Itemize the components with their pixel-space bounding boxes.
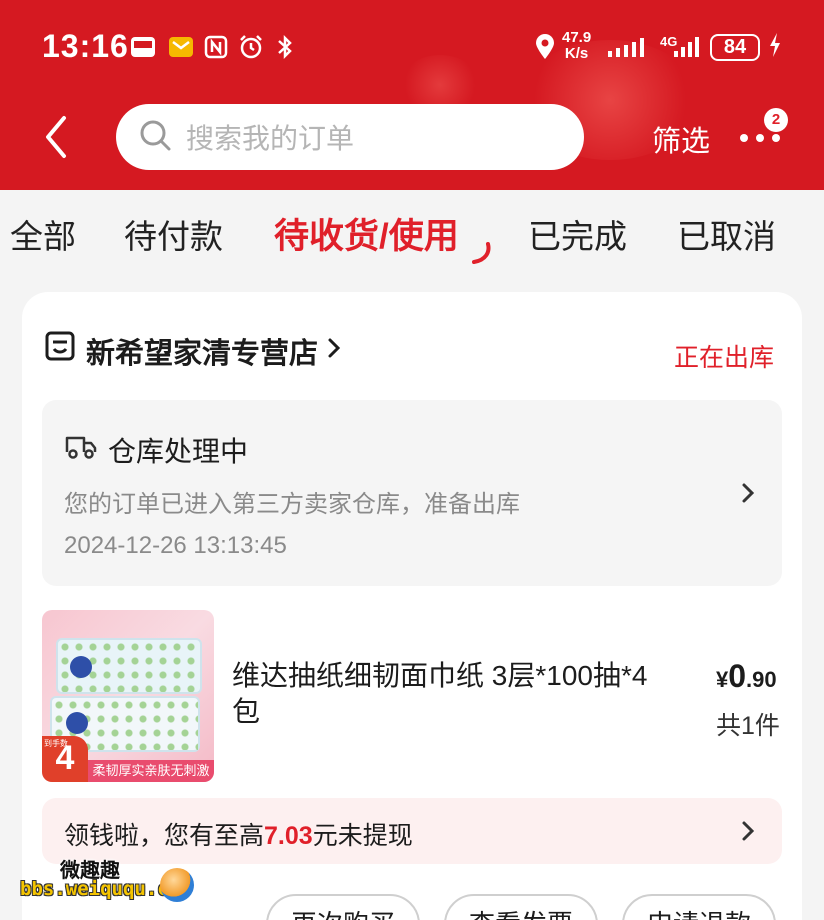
buy-again-button[interactable]: 再次购买 xyxy=(266,894,420,920)
cell-signal-icon xyxy=(672,34,702,60)
watermark-url: bbs.weiququ.cn xyxy=(20,878,181,900)
app-notification-icon xyxy=(130,34,156,60)
product-price: ¥0.90 xyxy=(716,658,777,694)
filter-button[interactable]: 筛选 xyxy=(652,118,710,160)
logistics-panel[interactable]: 仓库处理中 您的订单已进入第三方卖家仓库，准备出库 2024-12-26 13:… xyxy=(42,400,782,586)
cash-reward-text: 领钱啦，您有至高7.03元未提现 xyxy=(64,822,413,850)
battery-indicator: 84 xyxy=(710,34,760,61)
charging-icon xyxy=(768,32,782,64)
order-list-page: 13:16 47.9 K/s 4G 84 搜索我的订单 筛选 2 全部 待付款 … xyxy=(0,0,824,920)
header: 13:16 47.9 K/s 4G 84 搜索我的订单 筛选 2 xyxy=(0,0,824,190)
product-count-tag-label: 到手数 xyxy=(44,739,68,748)
search-placeholder: 搜索我的订单 xyxy=(186,123,355,154)
tab-completed[interactable]: 已完成 xyxy=(528,210,627,258)
wifi-signal-icon xyxy=(606,34,652,60)
store-icon xyxy=(44,330,76,362)
truck-icon xyxy=(64,432,98,462)
logistics-title: 仓库处理中 xyxy=(108,436,249,467)
product-quantity: 共1件 xyxy=(716,712,780,740)
logistics-chevron-icon[interactable] xyxy=(740,480,756,506)
status-time: 13:16 xyxy=(42,28,129,64)
search-icon xyxy=(138,118,172,157)
product-image-band: 柔韧厚实亲肤无刺激 xyxy=(88,760,214,782)
store-name[interactable]: 新希望家清专营店 xyxy=(86,330,318,372)
order-status: 正在出库 xyxy=(674,344,775,372)
tissue-box-top xyxy=(56,638,202,694)
status-bar: 13:16 47.9 K/s 4G 84 xyxy=(0,22,824,72)
location-icon xyxy=(532,34,558,60)
order-card[interactable]: 新希望家清专营店 正在出库 仓库处理中 您的订单已进入第三方卖家仓库，准备出库 … xyxy=(22,292,802,920)
bluetooth-icon xyxy=(272,34,298,60)
tab-pending-payment[interactable]: 待付款 xyxy=(124,210,223,258)
logistics-timestamp: 2024-12-26 13:13:45 xyxy=(64,532,287,559)
alarm-icon xyxy=(238,34,264,60)
mail-notification-icon xyxy=(168,34,194,60)
back-button[interactable] xyxy=(40,112,72,162)
order-search-input[interactable]: 搜索我的订单 xyxy=(116,104,584,170)
tab-cancelled[interactable]: 已取消 xyxy=(677,210,776,258)
request-refund-button[interactable]: 申请退款 xyxy=(622,894,776,920)
tab-to-receive[interactable]: 待收货/使用 xyxy=(274,208,459,259)
site-watermark: 微趣趣 bbs.weiququ.cn xyxy=(20,854,200,910)
more-menu-badge: 2 xyxy=(764,108,788,132)
watermark-logo-icon xyxy=(160,868,194,902)
net-speed: 47.9 K/s xyxy=(562,29,592,62)
nfc-icon xyxy=(203,34,229,60)
product-image[interactable]: 4 到手数 柔韧厚实亲肤无刺激 xyxy=(42,610,214,782)
cash-reward-chevron-icon[interactable] xyxy=(740,818,756,844)
tab-all[interactable]: 全部 xyxy=(10,210,76,258)
logistics-description: 您的订单已进入第三方卖家仓库，准备出库 xyxy=(64,491,520,518)
store-chevron-icon[interactable] xyxy=(326,336,342,360)
view-invoice-button[interactable]: 查看发票 xyxy=(444,894,598,920)
product-name[interactable]: 维达抽纸细韧面巾纸 3层*100抽*4包 xyxy=(232,658,652,730)
active-tab-indicator xyxy=(468,240,498,266)
order-status-tabs: 全部 待付款 待收货/使用 已完成 已取消 xyxy=(0,190,824,280)
